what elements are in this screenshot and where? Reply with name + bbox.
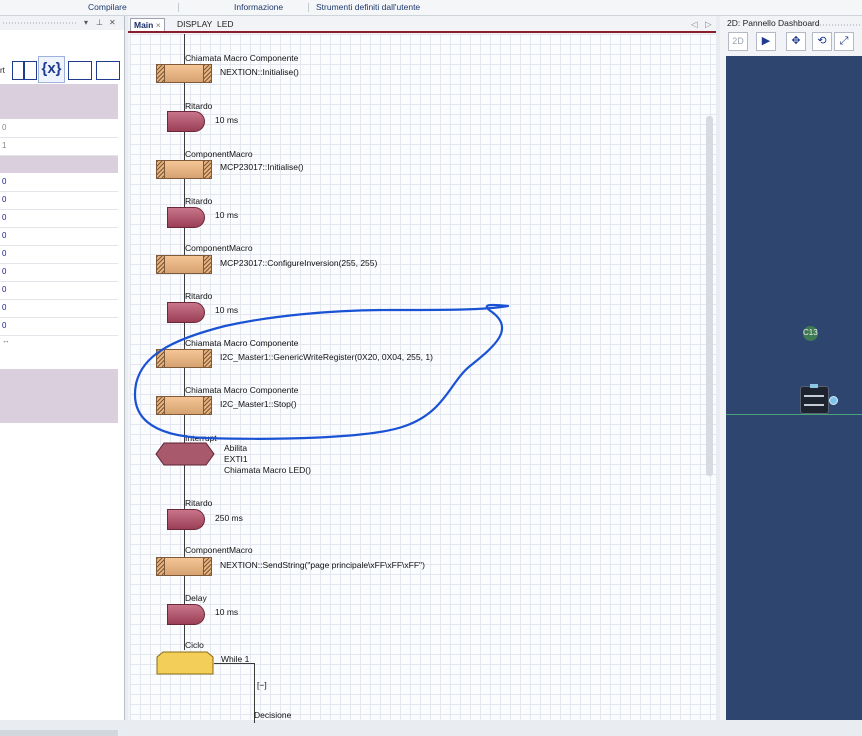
list-item[interactable]: 0 [0,246,118,264]
variables-panel: ▾ ⊥ ✕ rt {x} 0 1 0 0 0 0 0 0 0 0 0 ↔ [0,16,125,736]
list-item[interactable]: 0 [0,282,118,300]
panel-grip[interactable] [2,22,78,24]
menu-separator [308,3,309,12]
pin-icon[interactable]: ⊥ [96,18,103,27]
pointer-icon[interactable]: ▶ [756,32,776,51]
tab-close-icon[interactable]: × [156,20,161,30]
zoom-fit-icon[interactable]: ⤢ [834,32,854,51]
section-header [0,156,118,173]
flowchart-canvas[interactable]: Chiamata Macro Componente NEXTION::Initi… [130,34,716,723]
rotate-icon[interactable]: ⟲ [812,32,832,51]
port-icon[interactable] [12,61,24,80]
tab-display[interactable]: DISPLAY [174,18,215,31]
tab-main[interactable]: Main × [130,18,165,32]
menu-info[interactable]: Informazione [234,2,283,12]
device-marking [804,404,824,406]
list-item[interactable]: 0 [0,210,118,228]
panel-title-bar: ▾ ⊥ ✕ [0,16,124,30]
list-item[interactable]: 0 [0,228,118,246]
macros-icon[interactable] [96,61,120,80]
flowchart-editor: Main × DISPLAY LED ◁ ▷ Chiamata Macro Co… [128,16,716,723]
list-item[interactable]: 0 [0,318,118,336]
list-item[interactable]: 0 [0,264,118,282]
menu-user-tools[interactable]: Strumenti definiti dall'utente [316,2,420,12]
toolbar-text: rt [0,66,5,75]
device-component[interactable] [800,384,829,414]
annotation-circle [133,303,510,440]
variables-icon[interactable]: {x} [38,56,65,83]
dashboard-panel: 2D: Pannello Dashboard 2D ▶ ✥ ⟲ ⤢ C13 [720,16,862,720]
vertical-scrollbar[interactable] [706,116,713,476]
list-item[interactable]: 0 [0,120,118,138]
2d-view-button[interactable]: 2D [728,32,748,51]
device-marking [804,395,824,397]
tab-led[interactable]: LED [214,18,237,31]
panel-title: 2D: Pannello Dashboard [727,18,820,28]
ribbon-menu-bar: Compilare Informazione Strumenti definit… [0,0,862,16]
axis-line [726,414,862,415]
tab-next-icon[interactable]: ▷ [702,18,715,31]
menu-compile[interactable]: Compilare [88,2,127,12]
list-item[interactable]: 0 [0,192,118,210]
list-item[interactable]: 0 [0,300,118,318]
tab-bar: Main × DISPLAY LED ◁ ▷ [128,16,716,33]
list-item[interactable]: 1 [0,138,118,156]
section-header [0,369,118,423]
list-icon[interactable] [24,61,37,80]
tab-prev-icon[interactable]: ◁ [688,18,701,31]
panel-dropdown-icon[interactable]: ▾ [84,18,88,27]
tab-underline [128,31,716,33]
device-indicator-icon [829,396,838,405]
pan-icon[interactable]: ✥ [786,32,806,51]
list-item[interactable]: 0 [0,174,118,192]
panel-grip[interactable] [816,24,860,26]
section-header [0,84,118,119]
list-more[interactable]: ↔ [0,336,118,348]
constants-icon[interactable] [68,61,92,80]
device-connector [810,384,818,388]
dashboard-canvas[interactable]: C13 [726,56,862,720]
menu-separator [178,3,179,12]
close-icon[interactable]: ✕ [109,18,116,27]
component-label: C13 [803,328,818,337]
horizontal-scrollbar[interactable] [0,730,118,736]
